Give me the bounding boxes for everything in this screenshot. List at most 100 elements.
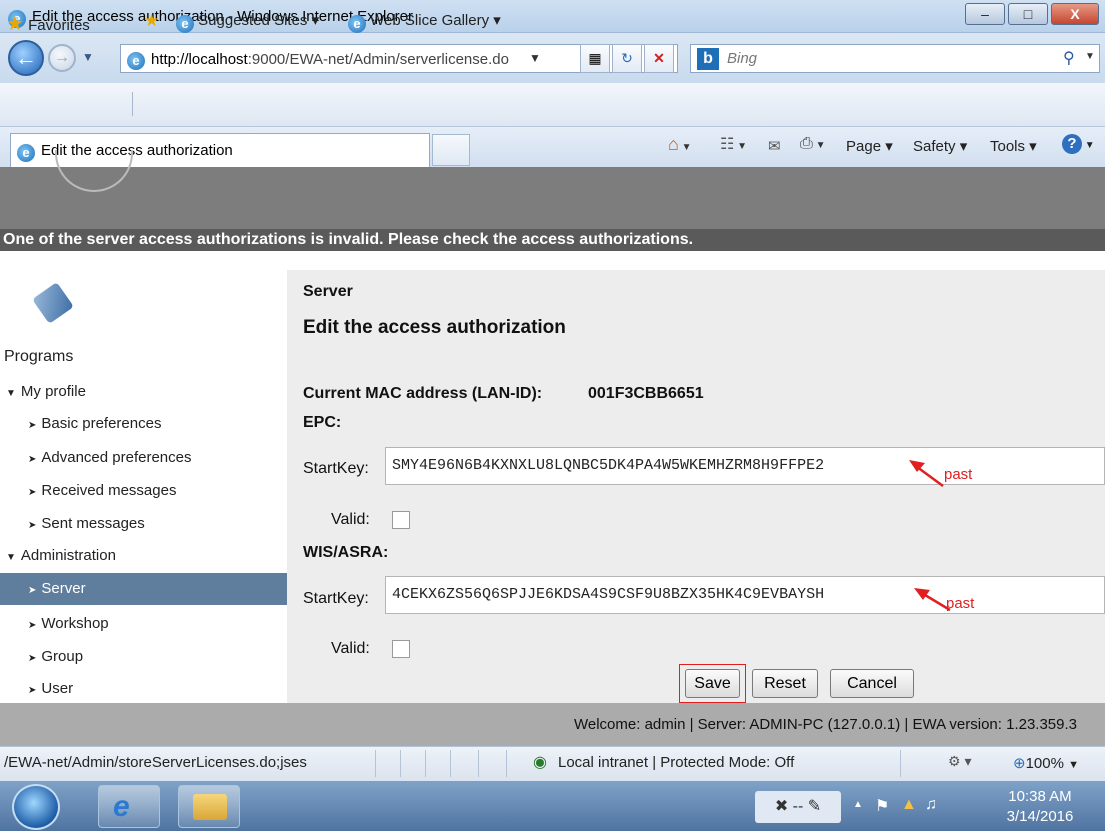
close-button[interactable]: X — [1051, 3, 1099, 25]
epc-startkey-input[interactable]: SMY4E96N6B4KXNXLU8LQNBC5DK4PA4W5WKEMHZRM… — [385, 447, 1105, 485]
epc-valid-checkbox[interactable] — [392, 511, 410, 529]
chevron-right-icon: ➤ — [28, 620, 37, 631]
sidebar-item-advanced-preferences[interactable]: ➤ Advanced preferences — [0, 442, 287, 474]
history-dropdown-icon[interactable]: ▼ — [82, 50, 94, 64]
help-icon[interactable]: ? ▼ — [1062, 134, 1095, 154]
mac-address-value: 001F3CBB6651 — [588, 385, 704, 402]
taskbar-ie-button[interactable]: e — [98, 785, 160, 828]
clock-date[interactable]: 3/14/2016 — [1000, 808, 1080, 825]
wis-valid-checkbox[interactable] — [392, 640, 410, 658]
ie-icon: e — [17, 141, 35, 162]
start-button[interactable] — [12, 784, 60, 830]
language-bar[interactable]: ✖ -- ✎ — [755, 791, 841, 823]
chevron-right-icon: ➤ — [28, 454, 37, 465]
favorites-bar — [0, 83, 1105, 127]
expanded-arrow-icon: ▼ — [6, 388, 16, 399]
divider — [506, 750, 507, 777]
page-menu[interactable]: Page ▾ — [846, 137, 893, 155]
star-icon: ★ — [6, 13, 24, 35]
wis-valid-label: Valid: — [331, 640, 370, 657]
address-dropdown-icon[interactable]: ▼ — [529, 51, 541, 65]
ie-icon: e — [113, 790, 130, 823]
forward-button[interactable]: → — [48, 44, 76, 72]
back-button[interactable]: ← — [8, 40, 44, 76]
ie-page-icon: e — [176, 15, 194, 33]
zoom-control[interactable]: ⊕100% ▼ — [1013, 754, 1079, 772]
sidebar-item-workshop[interactable]: ➤ Workshop — [0, 608, 287, 640]
ie-page-icon: e — [348, 15, 366, 33]
url-text[interactable]: http://localhost:9000/EWA-net/Admin/serv… — [151, 51, 509, 68]
wis-startkey-label: StartKey: — [303, 590, 369, 607]
wis-annotation-label: past — [946, 595, 975, 612]
new-tab-button[interactable] — [432, 134, 470, 166]
zoom-icon: ⊕ — [1013, 755, 1026, 772]
page-footer: Welcome: admin | Server: ADMIN-PC (127.0… — [0, 703, 1105, 746]
favorites-button[interactable]: ★ Favorites — [6, 11, 90, 36]
tools-menu[interactable]: Tools ▾ — [990, 137, 1037, 155]
expanded-arrow-icon: ▼ — [6, 552, 16, 563]
network-icon[interactable]: ▲ — [901, 796, 917, 814]
safety-menu[interactable]: Safety ▾ — [913, 137, 967, 155]
minimize-button[interactable]: – — [965, 3, 1005, 25]
epc-startkey-label: StartKey: — [303, 460, 369, 477]
sidebar-administration[interactable]: ▼ Administration — [0, 540, 287, 572]
chevron-right-icon: ➤ — [28, 420, 37, 431]
wis-startkey-input[interactable]: 4CEKX6ZS56Q6SPJJE6KDSA4S9CSF9U8BZX35HK4C… — [385, 576, 1105, 614]
mac-address-label: Current MAC address (LAN-ID): — [303, 385, 543, 402]
search-icon[interactable]: ⚲ — [1063, 48, 1075, 68]
search-dropdown-icon[interactable]: ▼ — [1085, 51, 1095, 62]
window-titlebar[interactable]: e Edit the access authorization - Window… — [0, 0, 1105, 33]
chevron-right-icon: ➤ — [28, 520, 37, 531]
alert-message: One of the server access authorizations … — [0, 229, 1105, 251]
divider — [478, 750, 479, 777]
status-url: /EWA-net/Admin/storeServerLicenses.do;js… — [4, 754, 307, 771]
sidebar-item-server[interactable]: ➤ Server — [0, 573, 287, 605]
read-mail-icon[interactable]: ✉ — [768, 137, 781, 155]
search-input[interactable]: Bing — [727, 50, 757, 67]
wis-asra-heading: WIS/ASRA: — [303, 544, 389, 561]
volume-icon[interactable]: ♫ — [925, 796, 937, 814]
folder-icon — [193, 794, 227, 820]
epc-heading: EPC: — [303, 414, 342, 431]
reset-button[interactable]: Reset — [752, 669, 818, 698]
feeds-icon[interactable]: ☷ ▼ — [720, 134, 747, 154]
cancel-button[interactable]: Cancel — [830, 669, 914, 698]
chevron-right-icon: ➤ — [28, 487, 37, 498]
suggested-sites-link[interactable]: e Suggested Sites ▾ — [176, 11, 319, 33]
add-ons-icon[interactable]: ⚙ ▾ — [948, 753, 971, 770]
stop-icon[interactable]: ✕ — [644, 44, 674, 73]
refresh-icon[interactable]: ↻ — [612, 44, 642, 73]
compatibility-view-icon[interactable]: ▦ — [580, 44, 610, 73]
add-favorites-icon[interactable]: ★ — [144, 11, 159, 31]
sidebar-my-profile[interactable]: ▼ My profile — [0, 376, 287, 408]
divider — [132, 92, 133, 116]
chevron-right-icon: ➤ — [28, 585, 37, 596]
taskbar-explorer-button[interactable] — [178, 785, 240, 828]
search-box[interactable]: b Bing ⚲ ▼ — [690, 44, 1100, 73]
epc-annotation-label: past — [944, 466, 973, 483]
page-title: Edit the access authorization — [303, 317, 566, 338]
action-center-icon[interactable]: ⚑ — [875, 796, 889, 816]
sidebar-item-group[interactable]: ➤ Group — [0, 641, 287, 673]
show-hidden-icons[interactable]: ▲ — [853, 799, 863, 810]
print-icon[interactable]: ⎙ ▼ — [800, 135, 826, 153]
chevron-right-icon: ➤ — [28, 653, 37, 664]
sidebar-item-sent-messages[interactable]: ➤ Sent messages — [0, 508, 287, 540]
home-icon[interactable]: ⌂ ▼ — [668, 134, 692, 155]
divider — [450, 750, 451, 777]
web-slice-gallery-link[interactable]: e Web Slice Gallery ▾ — [348, 11, 501, 33]
divider — [425, 750, 426, 777]
system-tray: ✖ -- ✎ ▲ ⚑ ▲ ♫ 10:38 AM 3/14/2016 — [745, 785, 1105, 829]
page-icon: e — [127, 49, 145, 70]
epc-valid-label: Valid: — [331, 511, 370, 528]
programs-heading: Programs — [4, 348, 74, 365]
security-zone[interactable]: Local intranet | Protected Mode: Off — [558, 754, 794, 771]
divider — [400, 750, 401, 777]
maximize-button[interactable]: □ — [1008, 3, 1048, 25]
sidebar-item-user[interactable]: ➤ User — [0, 673, 287, 705]
sidebar-item-basic-preferences[interactable]: ➤ Basic preferences — [0, 408, 287, 440]
breadcrumb: Server — [303, 283, 353, 300]
save-button[interactable]: Save — [685, 669, 740, 698]
sidebar-item-received-messages[interactable]: ➤ Received messages — [0, 475, 287, 507]
clock-time[interactable]: 10:38 AM — [1000, 788, 1080, 805]
